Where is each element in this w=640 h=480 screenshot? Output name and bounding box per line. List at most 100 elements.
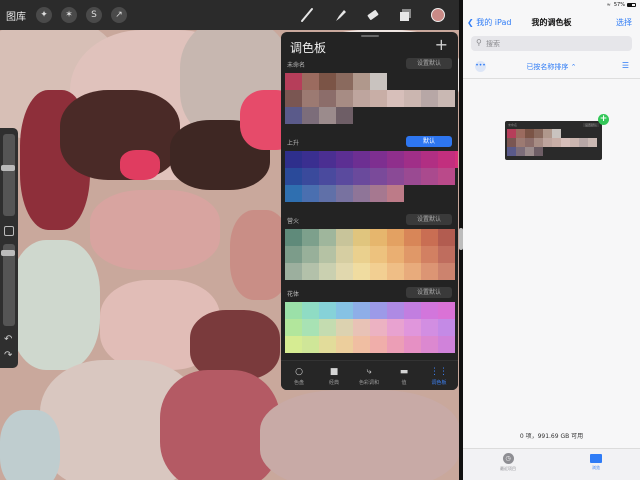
- color-swatch[interactable]: [302, 151, 319, 168]
- color-swatch[interactable]: [387, 263, 404, 280]
- color-swatch[interactable]: [353, 302, 370, 319]
- color-swatch[interactable]: [353, 246, 370, 263]
- color-swatch[interactable]: [404, 246, 421, 263]
- tab-harmony[interactable]: ⤷ 色彩调和: [354, 361, 384, 390]
- color-swatch[interactable]: [319, 151, 336, 168]
- color-swatch[interactable]: [302, 107, 319, 124]
- color-swatch[interactable]: [285, 151, 302, 168]
- color-swatch[interactable]: [336, 263, 353, 280]
- color-swatch[interactable]: [302, 246, 319, 263]
- color-swatch[interactable]: [438, 302, 455, 319]
- color-swatch[interactable]: [336, 73, 353, 90]
- color-swatch[interactable]: [336, 229, 353, 246]
- color-swatch[interactable]: [370, 336, 387, 353]
- color-swatch[interactable]: [387, 185, 404, 202]
- color-swatch[interactable]: [387, 151, 404, 168]
- brush-size-slider[interactable]: [3, 134, 15, 216]
- default-palette-button[interactable]: 默认: [406, 136, 452, 147]
- opacity-knob[interactable]: [1, 250, 15, 256]
- color-swatch[interactable]: [353, 90, 370, 107]
- color-swatch[interactable]: [319, 168, 336, 185]
- color-swatch[interactable]: [336, 168, 353, 185]
- color-swatch[interactable]: [421, 90, 438, 107]
- color-swatch[interactable]: [302, 302, 319, 319]
- color-swatch[interactable]: [438, 229, 455, 246]
- color-swatch[interactable]: [353, 336, 370, 353]
- color-swatch[interactable]: [421, 302, 438, 319]
- brush-icon[interactable]: [299, 7, 315, 23]
- color-swatch[interactable]: [370, 246, 387, 263]
- gallery-button[interactable]: 图库: [6, 8, 26, 23]
- layers-icon[interactable]: [398, 7, 414, 23]
- opacity-slider[interactable]: [3, 244, 15, 326]
- set-default-button[interactable]: 设置默认: [406, 58, 452, 69]
- color-swatch[interactable]: [336, 151, 353, 168]
- color-swatch[interactable]: [302, 73, 319, 90]
- color-swatch[interactable]: [438, 246, 455, 263]
- color-swatch[interactable]: [353, 168, 370, 185]
- color-swatch[interactable]: [438, 151, 455, 168]
- color-swatch[interactable]: [438, 319, 455, 336]
- add-palette-button[interactable]: +: [435, 35, 448, 54]
- sort-button[interactable]: 已按名称排序 ⌃: [463, 62, 640, 72]
- color-swatch[interactable]: [370, 302, 387, 319]
- set-default-button[interactable]: 设置默认: [406, 214, 452, 225]
- color-swatch[interactable]: [370, 90, 387, 107]
- color-swatch[interactable]: [421, 151, 438, 168]
- color-swatch[interactable]: [404, 151, 421, 168]
- color-swatch[interactable]: [404, 90, 421, 107]
- color-swatch[interactable]: [319, 73, 336, 90]
- color-swatch[interactable]: [336, 185, 353, 202]
- color-swatch[interactable]: [370, 151, 387, 168]
- color-swatch[interactable]: [302, 263, 319, 280]
- tab-classic-square[interactable]: ■ 经典: [319, 361, 349, 390]
- redo-icon[interactable]: ↷: [4, 350, 12, 361]
- color-swatch[interactable]: [302, 90, 319, 107]
- color-swatch[interactable]: [404, 302, 421, 319]
- set-default-button[interactable]: 设置默认: [406, 287, 452, 298]
- brush-size-knob[interactable]: [1, 165, 15, 171]
- color-swatch[interactable]: [387, 302, 404, 319]
- color-swatch[interactable]: [421, 229, 438, 246]
- color-swatch[interactable]: [421, 168, 438, 185]
- transform-arrow-icon[interactable]: ↗: [111, 7, 127, 23]
- color-swatch[interactable]: [387, 229, 404, 246]
- search-field[interactable]: ⚲ 搜索: [471, 36, 632, 51]
- color-swatch[interactable]: [319, 185, 336, 202]
- color-swatch[interactable]: [319, 336, 336, 353]
- wrench-icon[interactable]: ✦: [36, 7, 52, 23]
- color-swatch[interactable]: [336, 90, 353, 107]
- color-swatch[interactable]: [353, 263, 370, 280]
- color-swatch[interactable]: [370, 168, 387, 185]
- color-swatch[interactable]: [319, 107, 336, 124]
- tab-recents[interactable]: ◷ 最近项目: [478, 453, 538, 472]
- color-swatch[interactable]: [285, 229, 302, 246]
- color-swatch[interactable]: [370, 263, 387, 280]
- color-swatch[interactable]: [353, 319, 370, 336]
- color-swatch[interactable]: [387, 246, 404, 263]
- color-swatch[interactable]: [336, 246, 353, 263]
- color-swatch[interactable]: [302, 185, 319, 202]
- smudge-icon[interactable]: [332, 7, 348, 23]
- color-swatch[interactable]: [285, 336, 302, 353]
- color-swatch[interactable]: [285, 263, 302, 280]
- undo-icon[interactable]: ↶: [4, 334, 12, 345]
- panel-drag-handle[interactable]: [361, 35, 379, 37]
- color-swatch[interactable]: [353, 229, 370, 246]
- color-swatch[interactable]: [336, 336, 353, 353]
- eraser-icon[interactable]: [365, 7, 381, 23]
- list-view-icon[interactable]: ☰: [622, 61, 629, 70]
- tab-disc[interactable]: ○ 色盘: [284, 361, 314, 390]
- color-swatch[interactable]: [404, 336, 421, 353]
- color-swatch[interactable]: [404, 168, 421, 185]
- color-swatch[interactable]: [370, 319, 387, 336]
- color-swatch[interactable]: [336, 302, 353, 319]
- color-swatch[interactable]: [285, 302, 302, 319]
- color-swatch[interactable]: [370, 229, 387, 246]
- color-swatch[interactable]: [319, 302, 336, 319]
- color-swatch[interactable]: [285, 90, 302, 107]
- color-swatch[interactable]: [421, 246, 438, 263]
- eyedropper-square-icon[interactable]: [4, 226, 14, 236]
- color-swatch[interactable]: [421, 336, 438, 353]
- color-swatch[interactable]: [438, 263, 455, 280]
